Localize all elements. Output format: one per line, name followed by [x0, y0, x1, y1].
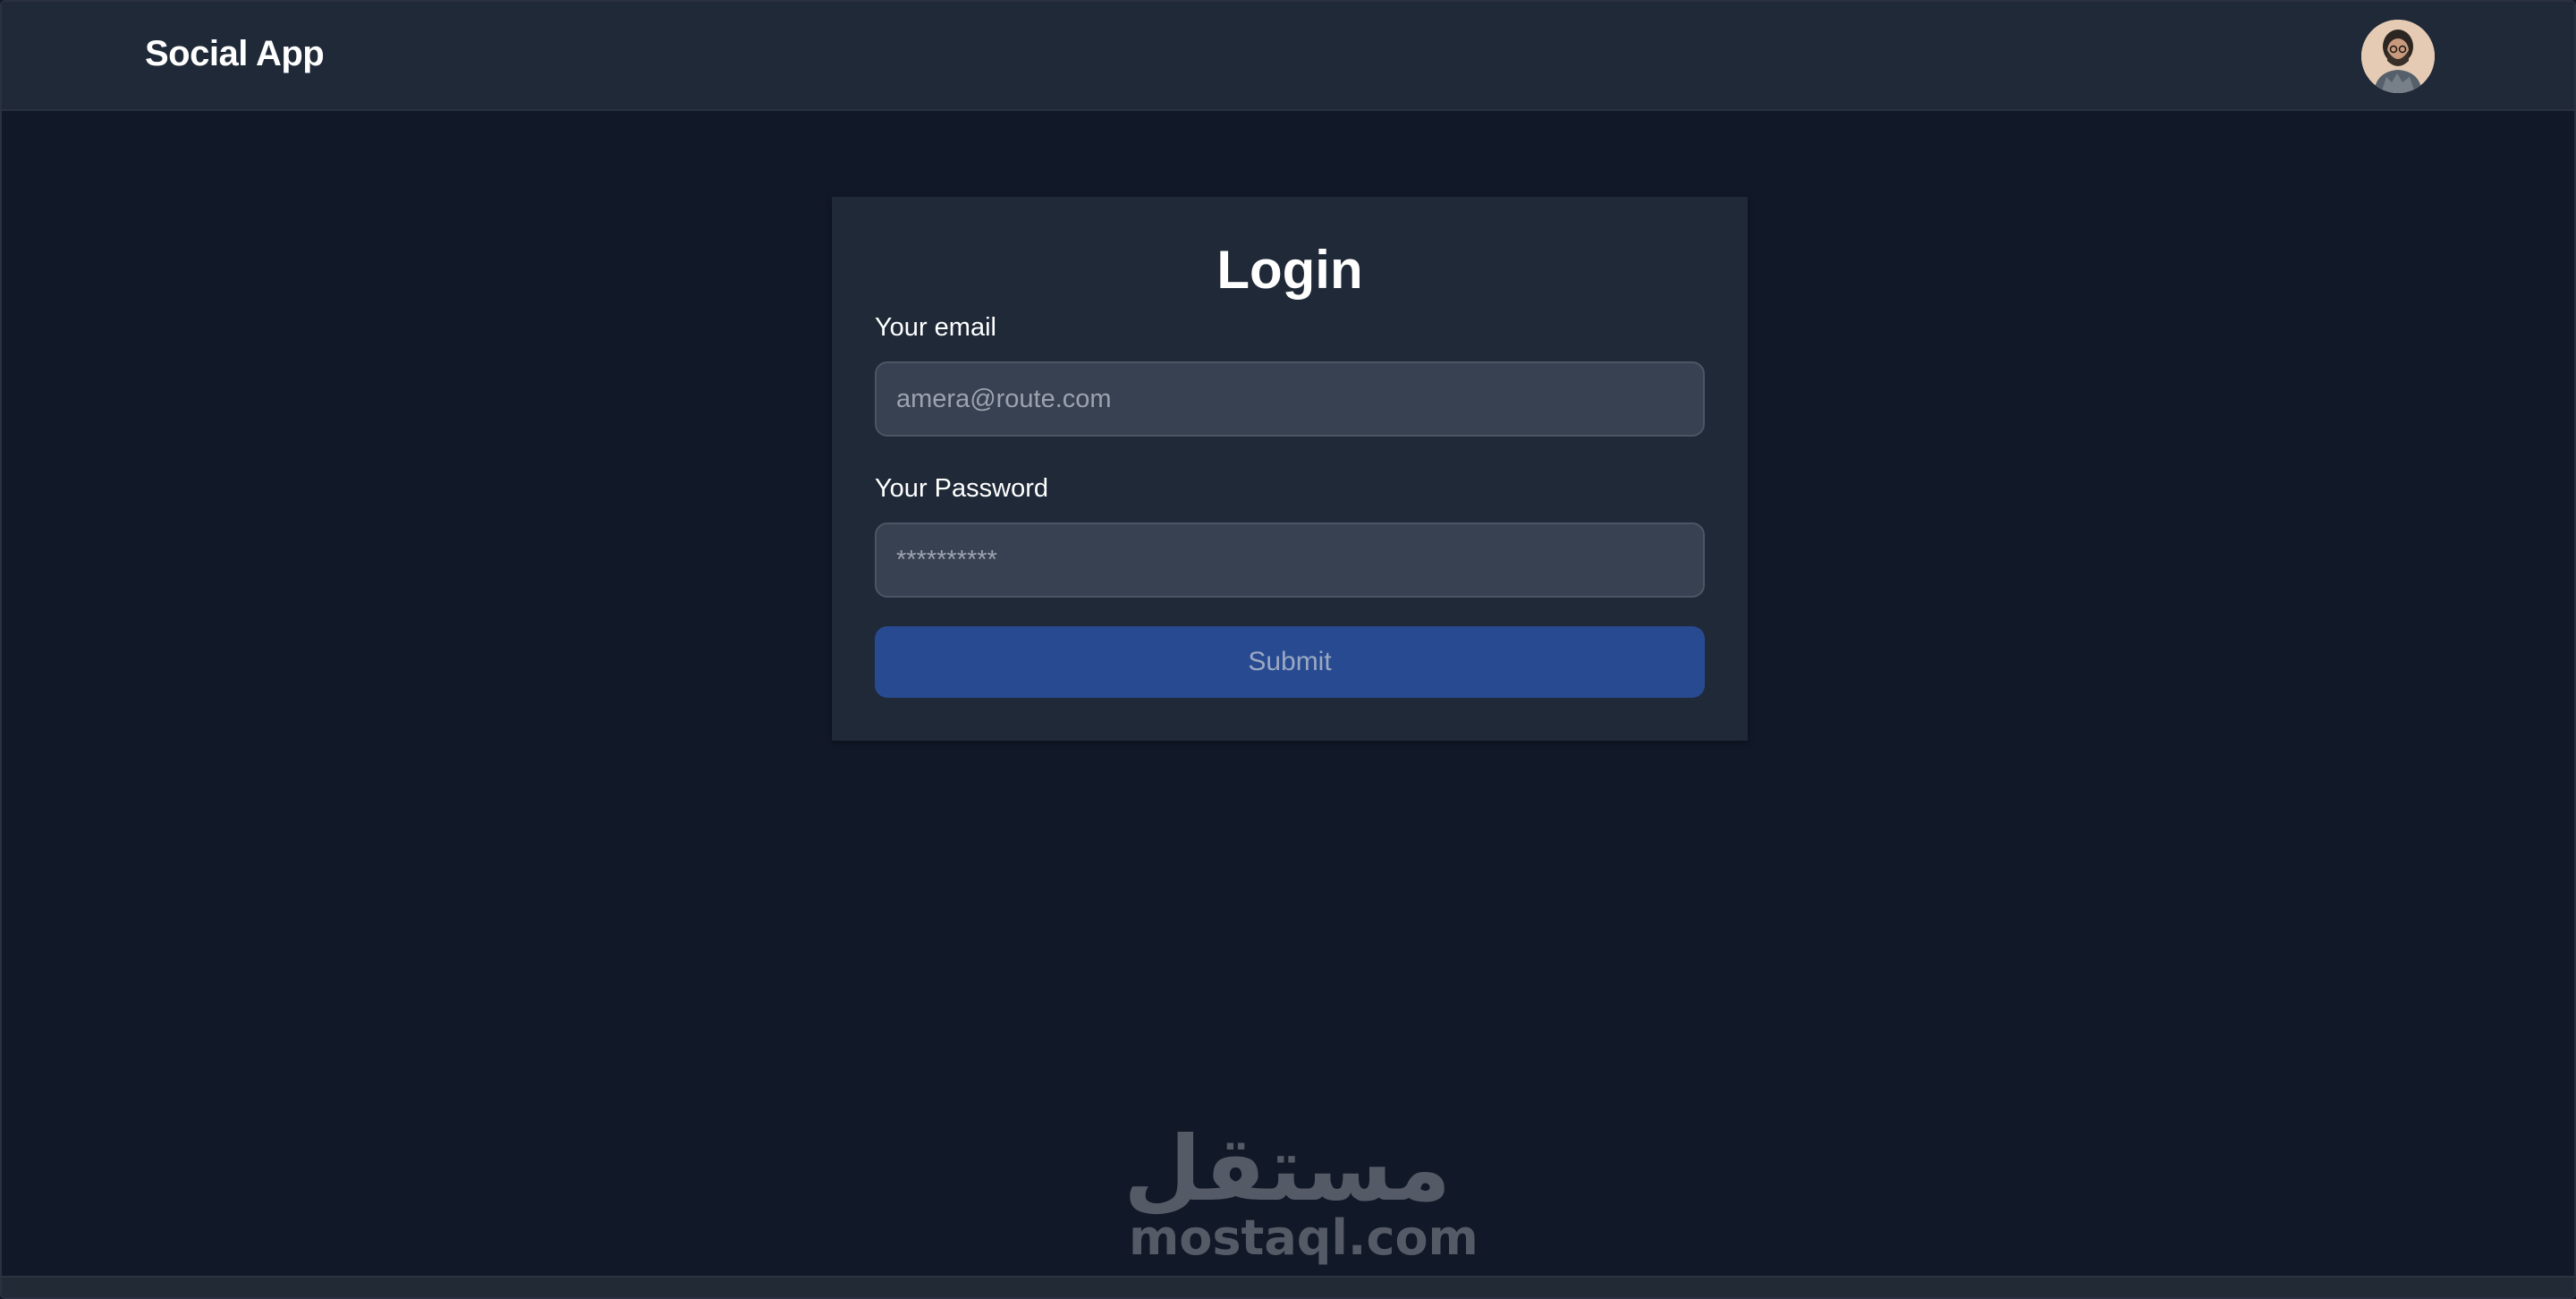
avatar-portrait-icon: [2361, 20, 2435, 93]
watermark-arabic-text: مستقل: [1123, 1116, 1451, 1221]
password-label: Your Password: [875, 474, 1048, 503]
login-card: Login Your email Your Password Submit: [832, 197, 1748, 741]
email-input[interactable]: [875, 361, 1705, 437]
navbar: Social App: [2, 2, 2574, 111]
login-title: Login: [1216, 240, 1363, 300]
app-window: Social App Login Your email Your Passwor…: [0, 0, 2576, 1299]
password-input[interactable]: [875, 522, 1705, 598]
email-label: Your email: [875, 313, 996, 342]
mostaql-watermark: مستقل mostaql.com: [1123, 1116, 1479, 1277]
submit-button[interactable]: Submit: [875, 626, 1705, 698]
watermark-latin-text: mostaql.com: [1129, 1210, 1479, 1266]
horizontal-scrollbar[interactable]: [2, 1276, 2574, 1297]
user-avatar-icon[interactable]: [2361, 20, 2435, 93]
brand-link[interactable]: Social App: [145, 34, 325, 74]
